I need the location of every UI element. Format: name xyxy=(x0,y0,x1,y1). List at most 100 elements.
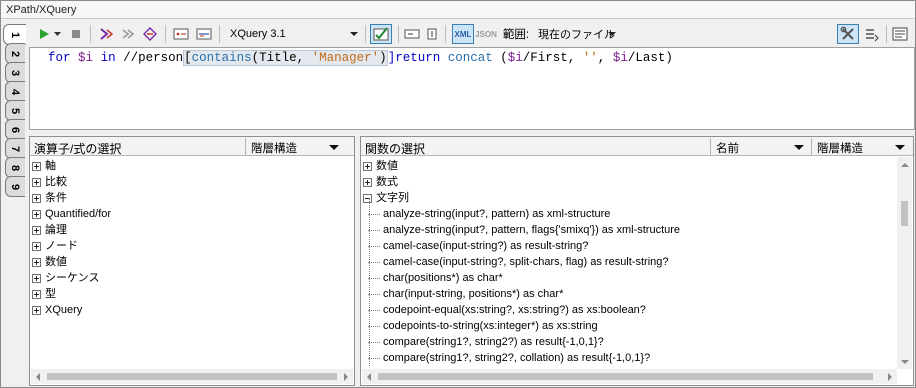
tree-item[interactable]: 数値 xyxy=(363,158,680,174)
scroll-right-icon[interactable] xyxy=(888,373,892,381)
check-document-icon xyxy=(373,27,389,41)
tree-item[interactable]: シーケンス xyxy=(32,270,111,286)
function-item[interactable]: compare(string1?, string2?) as result{-1… xyxy=(363,334,680,350)
xpath-xquery-window: XPath/XQuery 1 2 3 4 5 6 7 8 9 XQuery 3.… xyxy=(0,0,916,388)
tab-8[interactable]: 8 xyxy=(5,157,25,178)
tracepoint-button[interactable] xyxy=(195,25,213,43)
scroll-thumb[interactable] xyxy=(47,373,337,380)
xquery-version-select[interactable]: XQuery 3.1 xyxy=(224,24,362,44)
expand-icon[interactable] xyxy=(32,257,41,267)
functions-name-select[interactable]: 名前 xyxy=(710,138,810,155)
chevron-down-icon xyxy=(350,32,358,36)
expand-icon[interactable] xyxy=(32,225,41,235)
operators-view-select[interactable]: 階層構造 xyxy=(245,138,345,155)
tab-1[interactable]: 1 xyxy=(3,24,26,45)
scroll-left-icon[interactable] xyxy=(367,373,371,381)
expand-icon[interactable] xyxy=(32,161,41,171)
function-item[interactable]: codepoint-equal(xs:string?, xs:string?) … xyxy=(363,302,680,318)
expand-icon[interactable] xyxy=(32,209,41,219)
run-dropdown-button[interactable] xyxy=(53,25,61,43)
tree-item[interactable]: 条件 xyxy=(32,190,111,206)
vertical-scrollbar[interactable] xyxy=(897,157,912,369)
chevron-down-icon xyxy=(329,145,339,150)
functions-view-select[interactable]: 階層構造 xyxy=(811,138,911,155)
expand-icon[interactable] xyxy=(32,177,41,187)
evaluator-button[interactable] xyxy=(863,25,881,43)
tools-icon xyxy=(840,26,854,40)
builder-tools-button[interactable] xyxy=(837,24,859,44)
tree-item[interactable]: 軸 xyxy=(32,158,111,174)
scope-select[interactable]: 現在のファイル xyxy=(532,24,620,44)
window-title: XPath/XQuery xyxy=(1,1,915,19)
tab-6[interactable]: 6 xyxy=(5,119,25,140)
tree-guide-line xyxy=(369,198,370,366)
tab-5[interactable]: 5 xyxy=(5,100,25,121)
function-item[interactable]: camel-case(input-string?) as result-stri… xyxy=(363,238,680,254)
expand-icon[interactable] xyxy=(32,273,41,283)
step-over-button[interactable] xyxy=(119,25,137,43)
function-item[interactable]: camel-case(input-string?, split-chars, f… xyxy=(363,254,680,270)
settings-button[interactable] xyxy=(891,25,909,43)
cursor-button[interactable] xyxy=(425,25,439,43)
tab-2[interactable]: 2 xyxy=(5,43,25,64)
scroll-down-icon[interactable] xyxy=(901,360,909,364)
expand-icon[interactable] xyxy=(32,289,41,299)
scroll-up-icon[interactable] xyxy=(901,163,909,167)
scroll-left-icon[interactable] xyxy=(36,373,40,381)
tree-item[interactable]: 数式 xyxy=(363,174,680,190)
horizontal-scrollbar[interactable] xyxy=(362,369,897,384)
chevron-down-icon xyxy=(895,145,905,150)
step-into-button[interactable] xyxy=(97,25,115,43)
tree-item[interactable]: 文字列 xyxy=(363,190,680,206)
scroll-thumb[interactable] xyxy=(378,373,873,380)
run-button[interactable] xyxy=(37,25,51,43)
function-item[interactable]: analyze-string(input?, pattern, flags{'s… xyxy=(363,222,680,238)
debug-step-over-icon xyxy=(122,29,135,39)
expression-editor[interactable]: for $i in //person[contains(Title, 'Mana… xyxy=(29,47,915,130)
tracepoint-icon xyxy=(196,28,212,40)
text-field-icon xyxy=(404,29,420,39)
functions-panel: 関数の選択 名前 階層構造 数値 数式 文字列 analyze-string(i… xyxy=(360,136,914,386)
horizontal-scrollbar[interactable] xyxy=(31,369,353,384)
breakpoint-icon xyxy=(173,28,189,40)
function-item[interactable]: char(positions*) as char* xyxy=(363,270,680,286)
tree-item[interactable]: Quantified/for xyxy=(32,206,111,222)
tree-item[interactable]: ノード xyxy=(32,238,111,254)
tree-item[interactable]: 比較 xyxy=(32,174,111,190)
expand-icon[interactable] xyxy=(32,241,41,251)
expand-icon[interactable] xyxy=(32,193,41,203)
scroll-right-icon[interactable] xyxy=(344,373,348,381)
tree-item[interactable]: XQuery xyxy=(32,302,111,318)
functions-panel-title: 関数の選択 xyxy=(365,142,426,156)
text-view-button[interactable] xyxy=(403,25,421,43)
scroll-thumb[interactable] xyxy=(901,201,908,226)
breakpoint-button[interactable] xyxy=(172,25,190,43)
tab-3[interactable]: 3 xyxy=(5,62,25,83)
xml-mode-button[interactable]: XML xyxy=(452,24,474,44)
operators-panel-header: 演算子/式の選択 階層構造 xyxy=(30,137,354,156)
json-mode-button[interactable]: JSON xyxy=(475,25,497,43)
debug-step-icon xyxy=(100,28,114,40)
expand-icon[interactable] xyxy=(363,177,372,187)
stop-button[interactable] xyxy=(69,25,83,43)
tree-item[interactable]: 論理 xyxy=(32,222,111,238)
function-item[interactable]: char(input-string, positions*) as char* xyxy=(363,286,680,302)
expand-icon[interactable] xyxy=(32,305,41,315)
chevron-down-icon xyxy=(794,145,804,150)
tab-7[interactable]: 7 xyxy=(5,138,25,159)
expand-icon[interactable] xyxy=(363,161,372,171)
debug-step-out-icon xyxy=(143,27,157,41)
tree-item[interactable]: 型 xyxy=(32,286,111,302)
function-item[interactable]: codepoints-to-string(xs:integer*) as xs:… xyxy=(363,318,680,334)
function-item[interactable]: compare(string1?, string2?, collation) a… xyxy=(363,350,680,366)
tree-item[interactable]: 数値 xyxy=(32,254,111,270)
step-out-button[interactable] xyxy=(141,25,159,43)
operators-panel: 演算子/式の選択 階層構造 軸 比較 条件 Quantified/for 論理 … xyxy=(29,136,355,386)
collapse-icon[interactable] xyxy=(363,193,372,203)
toolbar: XQuery 3.1 XML JSON 範囲: 現在のファイル xyxy=(29,20,915,47)
function-item[interactable]: analyze-string(input?, pattern) as xml-s… xyxy=(363,206,680,222)
tab-9[interactable]: 9 xyxy=(5,176,25,197)
list-evaluate-icon xyxy=(866,29,879,42)
validate-button[interactable] xyxy=(370,24,392,44)
tab-4[interactable]: 4 xyxy=(5,81,25,102)
